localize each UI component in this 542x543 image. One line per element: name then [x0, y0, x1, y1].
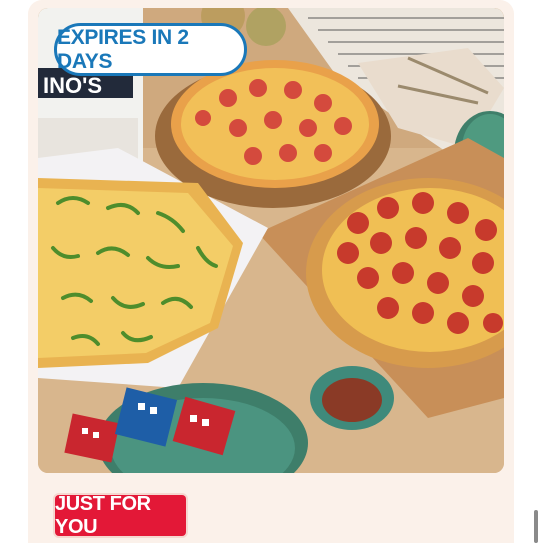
promo-hero-image[interactable]: INO'S [38, 8, 504, 473]
pizza-photo: INO'S [38, 8, 504, 473]
svg-text:INO'S: INO'S [43, 73, 102, 98]
just-for-you-badge: JUST FOR YOU [55, 493, 186, 538]
scrollbar[interactable] [534, 510, 538, 543]
expires-badge: EXPIRES IN 2 DAYS [54, 23, 247, 76]
